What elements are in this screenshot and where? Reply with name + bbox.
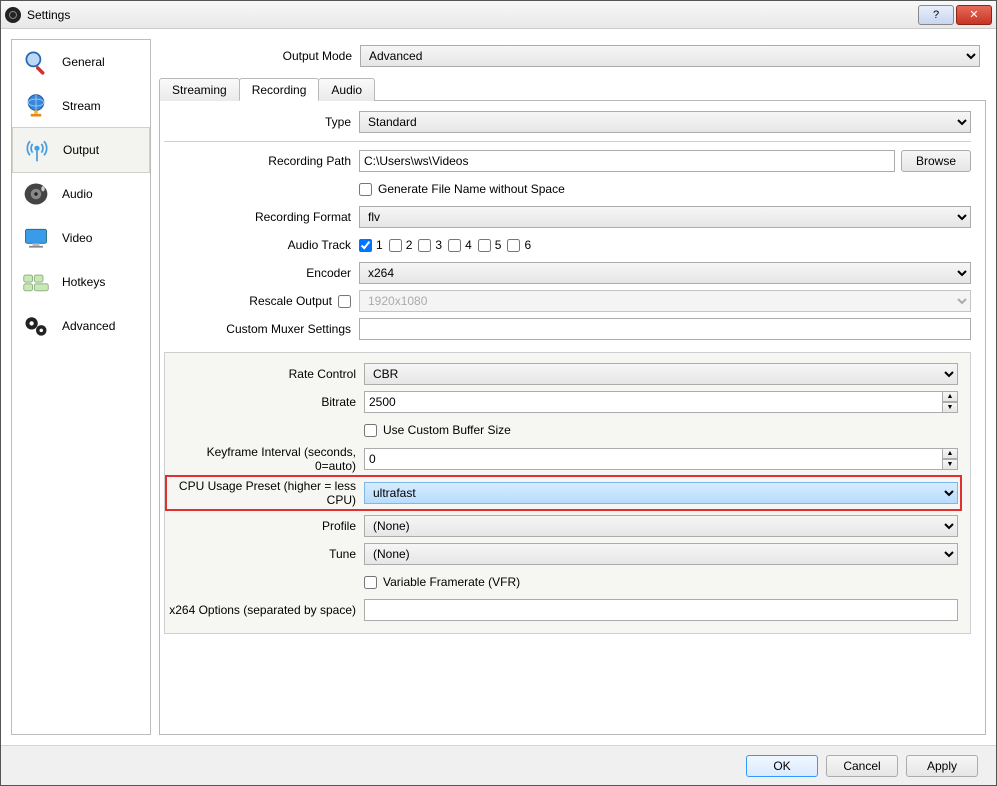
audio-track-label: Audio Track xyxy=(164,238,359,252)
sidebar-item-output[interactable]: Output xyxy=(12,127,150,173)
sidebar: General Stream Output Audio Video Hotkey… xyxy=(11,39,151,735)
close-button[interactable]: ✕ xyxy=(956,5,992,25)
encoder-label: Encoder xyxy=(164,266,359,280)
speaker-icon xyxy=(18,180,54,208)
sidebar-item-label: General xyxy=(62,55,105,69)
antenna-icon xyxy=(19,136,55,164)
dialog-footer: OK Cancel Apply xyxy=(1,745,996,785)
obs-icon xyxy=(5,7,21,23)
vfr-checkbox[interactable] xyxy=(364,576,377,589)
muxer-input[interactable] xyxy=(359,318,971,340)
encoder-select[interactable]: x264 xyxy=(359,262,971,284)
sidebar-item-audio[interactable]: Audio xyxy=(12,172,150,216)
gen-filename-checkbox[interactable] xyxy=(359,183,372,196)
main-panel: Output Mode Advanced Streaming Recording… xyxy=(159,39,986,735)
keyframe-input[interactable] xyxy=(364,448,942,470)
track-2-checkbox[interactable] xyxy=(389,239,402,252)
keyframe-up[interactable]: ▲ xyxy=(942,448,958,459)
separator xyxy=(164,141,971,142)
audio-tracks: 1 2 3 4 5 6 xyxy=(359,238,971,252)
custom-buffer-checkbox[interactable] xyxy=(364,424,377,437)
tune-select[interactable]: (None) xyxy=(364,543,958,565)
sidebar-item-general[interactable]: General xyxy=(12,40,150,84)
keyboard-icon xyxy=(18,268,54,296)
profile-label: Profile xyxy=(169,519,364,533)
sidebar-item-stream[interactable]: Stream xyxy=(12,84,150,128)
recording-path-input[interactable] xyxy=(359,150,895,172)
bitrate-up[interactable]: ▲ xyxy=(942,391,958,402)
ok-button[interactable]: OK xyxy=(746,755,818,777)
bitrate-input[interactable] xyxy=(364,391,942,413)
recording-path-label: Recording Path xyxy=(164,154,359,168)
globe-icon xyxy=(18,92,54,120)
sidebar-item-advanced[interactable]: Advanced xyxy=(12,304,150,348)
muxer-label: Custom Muxer Settings xyxy=(164,322,359,336)
track-label: 5 xyxy=(495,238,502,252)
output-tabs: Streaming Recording Audio xyxy=(159,77,986,101)
track-label: 1 xyxy=(376,238,383,252)
apply-button[interactable]: Apply xyxy=(906,755,978,777)
track-label: 6 xyxy=(524,238,531,252)
gears-icon xyxy=(18,312,54,340)
tab-recording[interactable]: Recording xyxy=(239,78,320,101)
x264-options-input[interactable] xyxy=(364,599,958,621)
sidebar-item-video[interactable]: Video xyxy=(12,216,150,260)
monitor-icon xyxy=(18,224,54,252)
recording-format-select[interactable]: flv xyxy=(359,206,971,228)
output-mode-select[interactable]: Advanced xyxy=(360,45,980,67)
encoder-settings-group: Rate Control CBR Bitrate ▲▼ Use Custom B… xyxy=(164,352,971,634)
sidebar-item-label: Audio xyxy=(62,187,93,201)
track-6-checkbox[interactable] xyxy=(507,239,520,252)
x264-options-label: x264 Options (separated by space) xyxy=(169,603,364,617)
tab-streaming[interactable]: Streaming xyxy=(159,78,240,101)
sidebar-item-label: Hotkeys xyxy=(62,275,105,289)
recording-tab-body: Type Standard Recording Path Browse Gene xyxy=(159,101,986,735)
rescale-output-label: Rescale Output xyxy=(249,294,332,308)
help-button[interactable]: ? xyxy=(918,5,954,25)
highlighted-cpu-preset-row: CPU Usage Preset (higher = less CPU) ult… xyxy=(165,475,962,511)
track-4-checkbox[interactable] xyxy=(448,239,461,252)
sidebar-item-label: Output xyxy=(63,143,99,157)
vfr-label: Variable Framerate (VFR) xyxy=(383,575,520,589)
track-label: 3 xyxy=(435,238,442,252)
bitrate-label: Bitrate xyxy=(169,395,364,409)
keyframe-down[interactable]: ▼ xyxy=(942,459,958,470)
profile-select[interactable]: (None) xyxy=(364,515,958,537)
window-title: Settings xyxy=(27,8,916,22)
track-label: 4 xyxy=(465,238,472,252)
sidebar-item-label: Advanced xyxy=(62,319,115,333)
rate-control-label: Rate Control xyxy=(169,367,364,381)
magnifier-icon xyxy=(18,48,54,76)
sidebar-item-label: Stream xyxy=(62,99,101,113)
titlebar: Settings ? ✕ xyxy=(1,1,996,29)
custom-buffer-label: Use Custom Buffer Size xyxy=(383,423,511,437)
track-3-checkbox[interactable] xyxy=(418,239,431,252)
track-5-checkbox[interactable] xyxy=(478,239,491,252)
recording-format-label: Recording Format xyxy=(164,210,359,224)
gen-filename-label: Generate File Name without Space xyxy=(378,182,565,196)
type-label: Type xyxy=(164,115,359,129)
sidebar-item-label: Video xyxy=(62,231,92,245)
rescale-output-select[interactable]: 1920x1080 xyxy=(359,290,971,312)
browse-button[interactable]: Browse xyxy=(901,150,971,172)
cpu-preset-label: CPU Usage Preset (higher = less CPU) xyxy=(169,479,364,507)
track-label: 2 xyxy=(406,238,413,252)
track-1-checkbox[interactable] xyxy=(359,239,372,252)
cancel-button[interactable]: Cancel xyxy=(826,755,898,777)
sidebar-item-hotkeys[interactable]: Hotkeys xyxy=(12,260,150,304)
type-select[interactable]: Standard xyxy=(359,111,971,133)
output-mode-label: Output Mode xyxy=(165,49,360,63)
tune-label: Tune xyxy=(169,547,364,561)
settings-window: Settings ? ✕ General Stream Output Audio xyxy=(0,0,997,786)
cpu-preset-select[interactable]: ultrafast xyxy=(364,482,958,504)
tab-audio[interactable]: Audio xyxy=(318,78,375,101)
rescale-output-checkbox[interactable] xyxy=(338,295,351,308)
bitrate-down[interactable]: ▼ xyxy=(942,402,958,413)
keyframe-label: Keyframe Interval (seconds, 0=auto) xyxy=(169,445,364,473)
rate-control-select[interactable]: CBR xyxy=(364,363,958,385)
